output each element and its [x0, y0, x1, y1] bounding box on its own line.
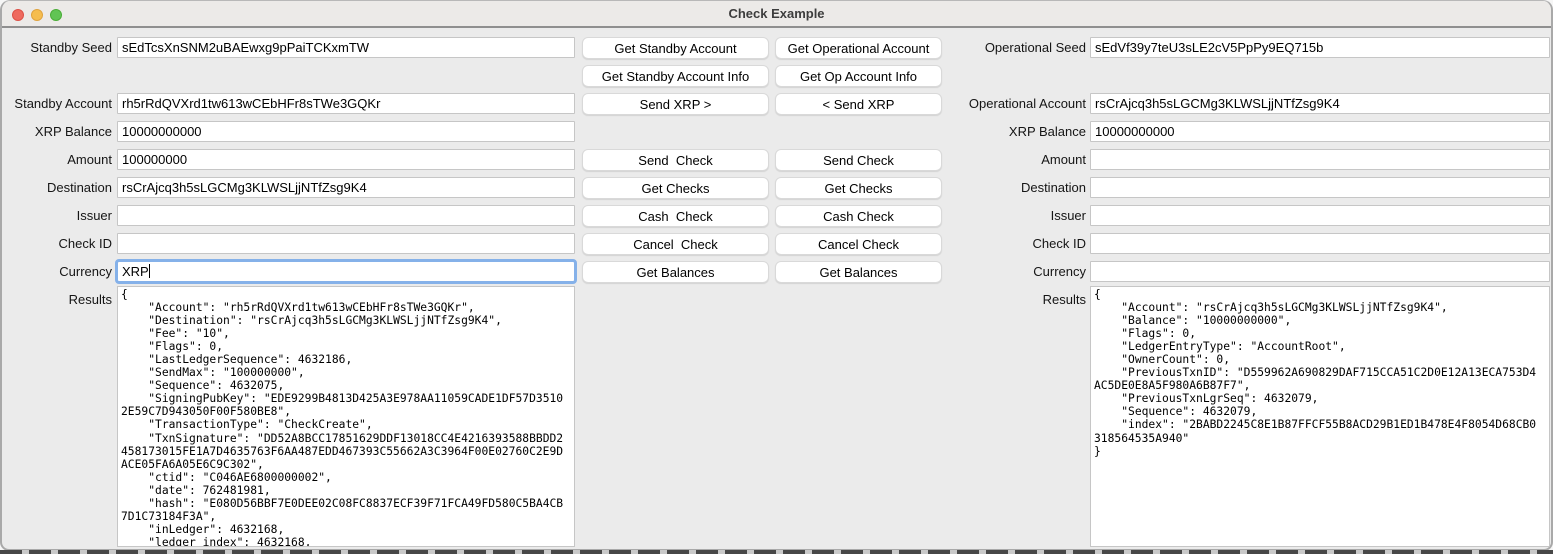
standby-balance-label: XRP Balance	[2, 121, 112, 142]
standby-destination-field[interactable]: rsCrAjcq3h5sLGCMg3KLWSLjjNTfZsg9K4	[117, 177, 575, 198]
operational-balance-label: XRP Balance	[892, 121, 1086, 142]
operational-account-label: Operational Account	[892, 93, 1086, 114]
operational-amount-field[interactable]	[1090, 149, 1550, 170]
app-window: Check Example Standby Seed sEdTcsXnSNM2u…	[0, 0, 1553, 551]
standby-send-check-button[interactable]: Send Check	[582, 149, 769, 171]
standby-amount-field[interactable]: 100000000	[117, 149, 575, 170]
operational-account-field[interactable]: rsCrAjcq3h5sLGCMg3KLWSLjjNTfZsg9K4	[1090, 93, 1550, 114]
standby-destination-label: Destination	[2, 177, 112, 198]
operational-issuer-label: Issuer	[892, 205, 1086, 226]
get-standby-account-button[interactable]: Get Standby Account	[582, 37, 769, 59]
standby-results-label: Results	[2, 289, 112, 310]
operational-seed-field[interactable]: sEdVf39y7teU3sLE2cV5PpPy9EQ715b	[1090, 37, 1550, 58]
get-op-account-info-button[interactable]: Get Op Account Info	[775, 65, 942, 87]
operational-check-id-field[interactable]	[1090, 233, 1550, 254]
standby-issuer-label: Issuer	[2, 205, 112, 226]
standby-seed-field[interactable]: sEdTcsXnSNM2uBAEwxg9pPaiTCKxmTW	[117, 37, 575, 58]
standby-check-id-label: Check ID	[2, 233, 112, 254]
operational-seed-label: Operational Seed	[892, 37, 1086, 58]
standby-seed-label: Standby Seed	[2, 37, 112, 58]
operational-amount-label: Amount	[892, 149, 1086, 170]
operational-issuer-field[interactable]	[1090, 205, 1550, 226]
standby-get-checks-button[interactable]: Get Checks	[582, 177, 769, 199]
minimize-icon[interactable]	[31, 9, 43, 21]
window-bottom-edge	[0, 550, 1553, 554]
window-title: Check Example	[728, 6, 824, 21]
standby-get-balances-button[interactable]: Get Balances	[582, 261, 769, 283]
standby-check-id-field[interactable]	[117, 233, 575, 254]
text-cursor	[149, 264, 151, 278]
standby-account-field[interactable]: rh5rRdQVXrd1tw613wCEbHFr8sTWe3GQKr	[117, 93, 575, 114]
operational-destination-field[interactable]	[1090, 177, 1550, 198]
send-xrp-right-button[interactable]: Send XRP >	[582, 93, 769, 115]
operational-results-area[interactable]: { "Account": "rsCrAjcq3h5sLGCMg3KLWSLjjN…	[1090, 286, 1550, 547]
operational-check-id-label: Check ID	[892, 233, 1086, 254]
standby-balance-field[interactable]: 10000000000	[117, 121, 575, 142]
currency-text: XRP	[122, 264, 149, 279]
traffic-lights	[12, 9, 62, 21]
operational-destination-label: Destination	[892, 177, 1086, 198]
operational-currency-field[interactable]	[1090, 261, 1550, 282]
standby-issuer-field[interactable]	[117, 205, 575, 226]
standby-amount-label: Amount	[2, 149, 112, 170]
standby-results-area[interactable]: { "Account": "rh5rRdQVXrd1tw613wCEbHFr8s…	[117, 286, 575, 547]
standby-cash-check-button[interactable]: Cash Check	[582, 205, 769, 227]
get-standby-account-info-button[interactable]: Get Standby Account Info	[582, 65, 769, 87]
standby-cancel-check-button[interactable]: Cancel Check	[582, 233, 769, 255]
standby-currency-field[interactable]: XRP	[115, 259, 577, 284]
operational-balance-field[interactable]: 10000000000	[1090, 121, 1550, 142]
standby-currency-label: Currency	[2, 261, 112, 282]
standby-account-label: Standby Account	[2, 93, 112, 114]
title-bar[interactable]: Check Example	[2, 1, 1551, 28]
close-icon[interactable]	[12, 9, 24, 21]
zoom-icon[interactable]	[50, 9, 62, 21]
operational-results-label: Results	[892, 289, 1086, 310]
operational-currency-label: Currency	[892, 261, 1086, 282]
